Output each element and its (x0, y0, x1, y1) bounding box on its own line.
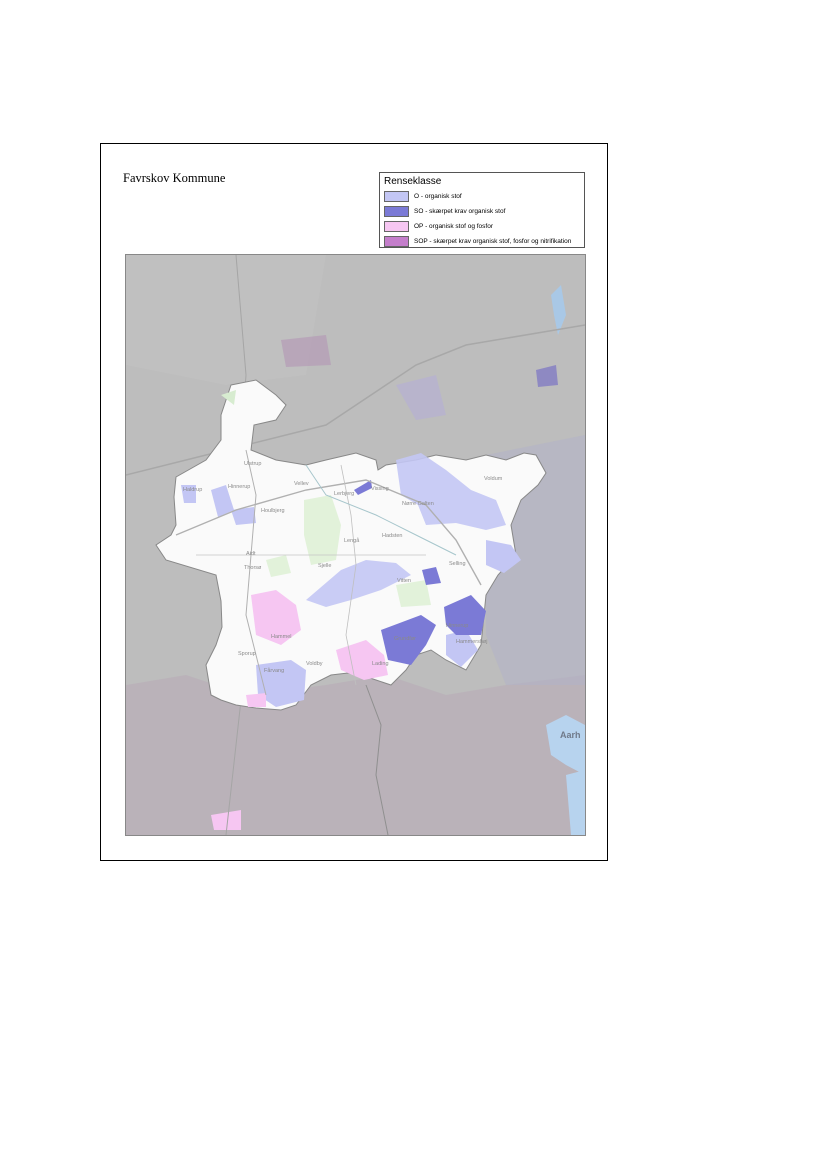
map-title: Favrskov Kommune (123, 171, 226, 185)
place-label: Hammel (271, 634, 291, 640)
place-label: Nørre Galten (402, 501, 434, 507)
place-label: Vissing (371, 486, 389, 492)
legend-title: Renseklasse (384, 176, 442, 187)
legend-swatch-sop (384, 236, 409, 247)
place-label: Grundfør (394, 636, 416, 642)
place-label: Hinnerup (228, 484, 250, 490)
place-label: Ulstrup (244, 461, 261, 467)
place-label: Hinnerup (446, 623, 468, 629)
city-label: Aarh (560, 730, 581, 740)
place-label: Voldum (484, 476, 503, 482)
place-label: Sjelle (318, 563, 331, 569)
place-label: Lerbjerg (334, 491, 354, 497)
map-frame: Favrskov Kommune Renseklasse O - organis… (100, 143, 608, 861)
zone-op (246, 693, 266, 707)
southern-region (126, 675, 585, 835)
map-canvas[interactable]: Ulstrup Vellev Hinnerup Haldrup Houlbjer… (125, 254, 586, 836)
place-label: Voldby (306, 661, 323, 667)
legend-item: O - organisk stof (384, 189, 580, 204)
place-label: Haldrup (183, 487, 202, 493)
place-label: Vellev (294, 481, 309, 487)
place-label: Lading (372, 661, 389, 667)
legend-label: OP - organisk stof og fosfor (414, 223, 493, 230)
legend-item: OP - organisk stof og fosfor (384, 219, 580, 234)
place-label: Selling (449, 561, 466, 567)
map-svg: Ulstrup Vellev Hinnerup Haldrup Houlbjer… (126, 255, 585, 835)
legend-item: SOP - skærpet krav organisk stof, fosfor… (384, 234, 580, 249)
place-label: Fårvang (264, 667, 284, 674)
place-label: Thorsø (244, 565, 262, 571)
place-label: Hammershøj (456, 639, 487, 645)
legend-label: SO - skærpet krav organisk stof (414, 208, 506, 215)
legend: Renseklasse O - organisk stof SO - skærp… (379, 172, 585, 248)
place-label: Houlbjerg (261, 508, 285, 514)
place-label: Hadsten (382, 533, 403, 539)
neighbour-zone-op (281, 335, 331, 367)
legend-label: SOP - skærpet krav organisk stof, fosfor… (414, 238, 572, 245)
place-label: Vitten (397, 578, 411, 584)
place-label: Sporup (238, 651, 256, 657)
legend-item: SO - skærpet krav organisk stof (384, 204, 580, 219)
legend-label: O - organisk stof (414, 193, 462, 200)
place-label: Lengå (344, 537, 360, 544)
place-label: Aidt (246, 551, 256, 557)
legend-swatch-so (384, 206, 409, 217)
legend-swatch-o (384, 191, 409, 202)
legend-swatch-op (384, 221, 409, 232)
